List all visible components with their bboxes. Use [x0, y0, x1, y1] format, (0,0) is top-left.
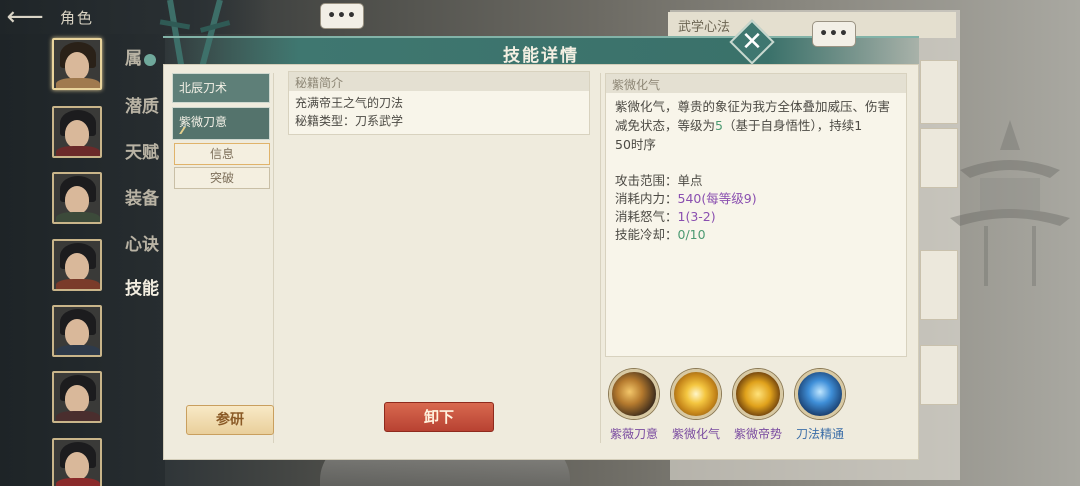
skill-icon-row: 紫薇刀意 紫微化气 紫微帝势 刀法精通 [604, 369, 914, 449]
intro-description: 充满帝王之气的刀法 [295, 96, 404, 110]
portrait-cloth [56, 78, 100, 88]
stat-value: 540(每等级9) [677, 191, 757, 206]
stat-value: 0/10 [677, 227, 706, 242]
skill-slot-label: 刀法精通 [795, 427, 844, 441]
skill-list: 北辰刀术 紫微刀意 ⁄⁄⁄ 信息 突破 参研 [172, 73, 274, 443]
stat-value: 1(3-2) [677, 209, 716, 224]
detail-panel-title: 紫微化气 [606, 74, 906, 93]
meditation-figure-icon [795, 369, 845, 419]
stat-mana-cost: 消耗内力：540(每等级9) [606, 190, 906, 208]
portrait-face [65, 385, 89, 413]
skill-slot[interactable]: 刀法精通 [790, 369, 850, 442]
portrait-face [65, 319, 89, 347]
blade-slash-icon [609, 369, 659, 419]
character-portrait[interactable] [52, 172, 102, 224]
portrait-face [65, 186, 89, 214]
tab-heart-method[interactable]: 心诀 [125, 230, 159, 255]
research-button[interactable]: 参研 [186, 405, 274, 435]
close-icon: ✕ [741, 27, 763, 57]
unload-button[interactable]: 卸下 [384, 402, 494, 432]
desc-part: （基于自身悟性），持续1 [722, 118, 863, 133]
stat-label: 攻击范围： [615, 173, 678, 188]
tab-equipment[interactable]: 装备 [125, 184, 159, 209]
stat-attack-range: 攻击范围：单点 [606, 172, 906, 190]
skill-slot-label: 紫微化气 [671, 427, 720, 441]
stat-cooldown: 技能冷却：0/10 [606, 226, 906, 244]
skill-level-pips: ⁄⁄⁄ [181, 126, 184, 137]
chat-bubble-icon[interactable]: ••• [320, 3, 364, 29]
portrait-cloth [56, 345, 100, 355]
skill-detail-dialog: 技能详情 北辰刀术 紫微刀意 ⁄⁄⁄ 信息 突破 参研 秘籍简介 充满帝王之气的… [163, 36, 919, 460]
character-portrait[interactable] [52, 371, 102, 423]
character-portrait[interactable] [52, 438, 102, 486]
portrait-face [65, 120, 89, 148]
back-arrow-icon[interactable]: ⟵ [0, 2, 50, 32]
dialog-title: 技能详情 [503, 46, 579, 66]
portrait-face [65, 52, 89, 80]
portrait-face [65, 452, 89, 480]
skill-item-selected[interactable]: 紫微刀意 ⁄⁄⁄ [172, 107, 270, 140]
character-portrait[interactable] [52, 106, 102, 158]
skill-item-label: 紫微刀意 [179, 115, 228, 129]
portrait-cloth [56, 212, 100, 222]
breakthrough-button[interactable]: 突破 [174, 167, 270, 189]
stat-label: 技能冷却： [615, 227, 678, 242]
desc-level-value: 5 [715, 118, 723, 133]
skill-slot[interactable]: 紫微化气 [666, 369, 726, 442]
tab-skills[interactable]: 技能 [125, 274, 159, 299]
portrait-cloth [56, 279, 100, 289]
stat-label: 消耗怒气： [615, 209, 678, 224]
desc-part: 50时序 [615, 137, 656, 152]
chat-bubble-icon[interactable]: ••• [812, 21, 856, 47]
skill-slot[interactable]: 紫微帝势 [728, 369, 788, 442]
character-portrait[interactable] [52, 305, 102, 357]
character-sidebar: 属 潜质 天赋 装备 心诀 技能 [0, 34, 165, 486]
stat-rage-cost: 消耗怒气：1(3-2) [606, 208, 906, 226]
character-portrait[interactable] [52, 38, 102, 90]
stat-value: 单点 [677, 173, 703, 188]
skill-item[interactable]: 北辰刀术 [172, 73, 270, 103]
portrait-cloth [56, 146, 100, 156]
page-title: 角色 [60, 8, 95, 27]
character-portrait[interactable] [52, 239, 102, 291]
skill-slot[interactable]: 紫薇刀意 [604, 369, 664, 442]
close-button[interactable]: ✕ [729, 19, 775, 65]
skill-description: 紫微化气，尊贵的象征为我方全体叠加威压、伤害减免状态，等级为5（基于自身悟性），… [606, 93, 906, 154]
portrait-face [65, 253, 89, 281]
intro-panel-title: 秘籍简介 [289, 72, 589, 91]
tab-potential[interactable]: 潜质 [125, 92, 159, 117]
golden-orb-icon [733, 369, 783, 419]
intro-panel: 秘籍简介 充满帝王之气的刀法 秘籍类型：刀系武学 [288, 71, 590, 135]
dialog-header: 技能详情 [163, 36, 919, 66]
stat-label: 消耗内力： [615, 191, 678, 206]
skill-slot-label: 紫薇刀意 [609, 427, 658, 441]
radiant-burst-icon [671, 369, 721, 419]
tab-talent[interactable]: 天赋 [125, 138, 159, 163]
portrait-cloth [56, 411, 100, 421]
portrait-cloth [56, 478, 100, 486]
info-button[interactable]: 信息 [174, 143, 270, 165]
dialog-body: 北辰刀术 紫微刀意 ⁄⁄⁄ 信息 突破 参研 秘籍简介 充满帝王之气的刀法 秘籍… [163, 64, 919, 460]
pagoda-illustration [950, 120, 1070, 286]
intro-type: 秘籍类型：刀系武学 [295, 114, 404, 128]
background-card [920, 345, 958, 405]
divider [600, 73, 601, 443]
skill-slot-label: 紫微帝势 [733, 427, 782, 441]
skill-detail-panel: 紫微化气 紫微化气，尊贵的象征为我方全体叠加威压、伤害减免状态，等级为5（基于自… [605, 73, 907, 357]
